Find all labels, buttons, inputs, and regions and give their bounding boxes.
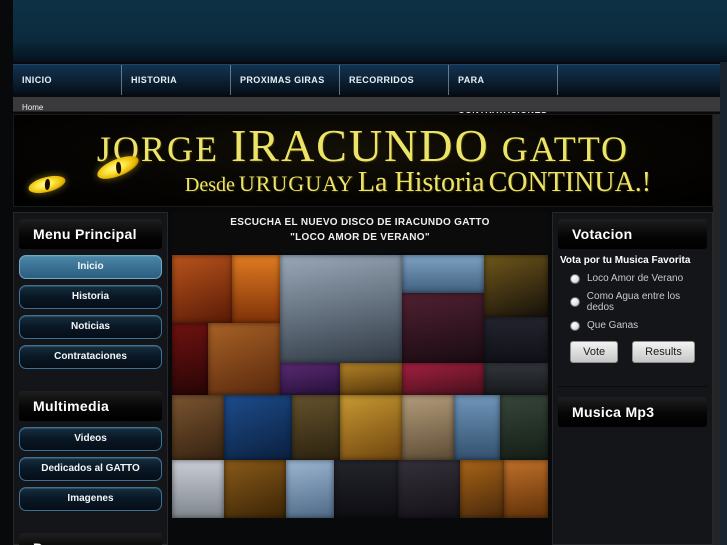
collage-photo (484, 317, 548, 363)
collage-photo (340, 395, 402, 460)
collage-photo (484, 363, 548, 395)
radio-icon[interactable] (570, 297, 580, 307)
collage-photo (340, 363, 402, 395)
collage-photo (292, 395, 340, 460)
collage-photo (334, 460, 398, 518)
radio-icon[interactable] (570, 320, 580, 331)
page-edge (720, 62, 727, 545)
divider (558, 377, 707, 387)
vote-option-loco-amor-de-verano[interactable]: Loco Amor de Verano (570, 273, 707, 284)
banner-la-historia: La Historia (357, 167, 485, 198)
collage-photo (172, 255, 232, 323)
vote-question: Vota por tu Musica Favorita (560, 255, 691, 266)
banner-word-iracundo: IRACUNDO (230, 120, 490, 171)
right-sidebar: Votacion Vota por tu Musica Favorita Loc… (552, 212, 713, 545)
top-header (13, 0, 727, 62)
menu-principal-header: Menu Principal (19, 219, 162, 249)
sidebar-item-inicio[interactable]: Inicio (19, 255, 162, 279)
sidebar-item-dedicados-al-gatto[interactable]: Dedicados al GATTO (19, 457, 162, 481)
photo-collage (172, 255, 548, 518)
promo-banner: ESCUCHA EL NUEVO DISCO DE IRACUNDO GATTO… (172, 213, 548, 253)
collage-photo (402, 255, 484, 293)
votacion-header: Votacion (558, 219, 707, 249)
collage-photo (172, 323, 208, 395)
vote-button[interactable]: Vote (570, 341, 619, 363)
collage-photo (500, 395, 548, 460)
collage-photo (224, 460, 286, 518)
collage-photo (402, 395, 454, 460)
collage-photo (172, 460, 224, 518)
banner-subtitle: Desde URUGUAY La Historia CONTINUA.! (124, 167, 712, 199)
collage-photo (172, 395, 224, 460)
sidebar-item-noticias[interactable]: Noticias (19, 315, 162, 339)
collage-photo (484, 255, 548, 317)
radio-icon[interactable] (570, 273, 580, 284)
results-button[interactable]: Results (632, 341, 695, 363)
collage-photo (460, 460, 504, 518)
nav-item-recorridos[interactable]: RECORRIDOS (340, 65, 449, 95)
sidebar-item-videos[interactable]: Videos (19, 427, 162, 451)
collage-photo (402, 363, 484, 395)
banner-word-gatto: GATTO (501, 129, 630, 169)
collage-photo (224, 395, 292, 460)
collage-photo (280, 255, 402, 363)
breadcrumb-bar: Home (13, 97, 727, 112)
site-banner: JORGE IRACUNDO GATTO Desde URUGUAY La Hi… (13, 114, 713, 207)
collage-photo (286, 460, 334, 518)
page-edge (713, 114, 720, 545)
vote-buttons: Vote Results (558, 341, 707, 363)
nav-item-historia[interactable]: HISTORIA (122, 65, 231, 95)
banner-desde: Desde (184, 174, 235, 196)
vote-option-label: Que Ganas (587, 320, 639, 331)
vote-option-label: Loco Amor de Verano (587, 273, 684, 284)
sidebar-item-historia[interactable]: Historia (19, 285, 162, 309)
main-nav: INICIO HISTORIA PROXIMAS GIRAS RECORRIDO… (13, 64, 727, 115)
nav-item-para-contrataciones[interactable]: PARA CONTRATACIONES (449, 65, 558, 115)
collage-photo (280, 363, 340, 395)
collage-photo (402, 293, 484, 363)
promo-line2: "LOCO AMOR DE VERANO" (290, 232, 430, 243)
vote-option-que-ganas[interactable]: Que Ganas (570, 320, 707, 331)
nav-item-inicio[interactable]: INICIO (13, 65, 122, 95)
collage-photo (398, 460, 460, 518)
breadcrumb[interactable]: Home (22, 103, 43, 112)
sidebar-item-imagenes[interactable]: Imagenes (19, 487, 162, 511)
collage-photo (232, 255, 280, 323)
nav-item-proximas-giras[interactable]: PROXIMAS GIRAS (231, 65, 340, 95)
vote-option-label: Como Agua entre los dedos (586, 291, 681, 313)
sidebar-item-contrataciones[interactable]: Contrataciones (19, 345, 162, 369)
cat-eye-icon (26, 172, 68, 197)
collage-photo (454, 395, 500, 460)
collage-photo (504, 460, 548, 518)
banner-continua: CONTINUA.! (488, 167, 652, 198)
vote-option-como-agua-entre-los-dedos[interactable]: Como Agua entre los dedos (570, 291, 707, 313)
left-sidebar: Menu Principal Inicio Historia Noticias … (13, 212, 168, 545)
descargas-header: Descargas (19, 533, 162, 545)
collage-photo (208, 323, 280, 395)
promo-line1: ESCUCHA EL NUEVO DISCO DE IRACUNDO GATTO (230, 217, 490, 228)
multimedia-header: Multimedia (19, 391, 162, 421)
page: INICIO HISTORIA PROXIMAS GIRAS RECORRIDO… (0, 0, 727, 545)
musica-mp3-header: Musica Mp3 (558, 397, 707, 427)
banner-uruguay: URUGUAY (238, 171, 354, 196)
